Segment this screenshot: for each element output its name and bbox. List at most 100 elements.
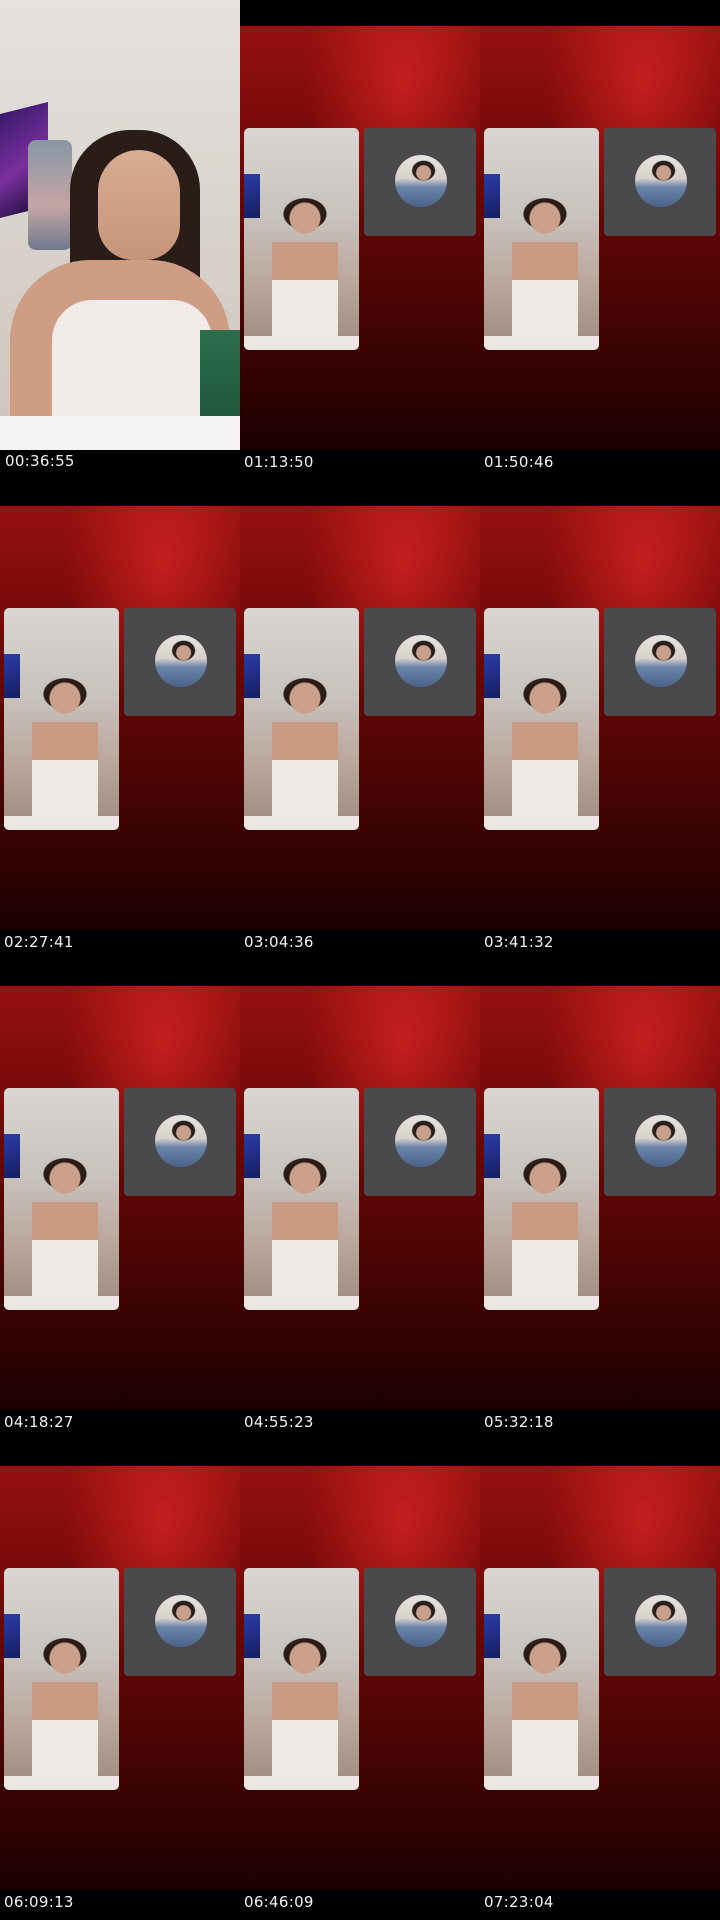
guest-camera-panel — [364, 608, 476, 716]
panel-table — [244, 1296, 359, 1310]
guest-avatar — [395, 635, 447, 687]
panel-wall-tv — [244, 1614, 260, 1658]
frame-top-bar — [240, 1440, 480, 1466]
frame-top-bar — [480, 480, 720, 506]
panel-wall-tv — [244, 174, 260, 218]
thumbnail-tile[interactable]: 01:13:50 — [240, 0, 480, 480]
thumbnail-tile[interactable]: 06:09:13 — [0, 1440, 240, 1920]
thumbnail-tile[interactable]: 04:18:27 — [0, 960, 240, 1440]
timestamp-label: 05:32:18 — [484, 1413, 554, 1431]
panel-figure — [512, 1152, 578, 1302]
frame-top-bar — [240, 0, 480, 26]
panel-figure — [512, 192, 578, 342]
phone-video-panel — [4, 1088, 119, 1310]
thumbnail-tile[interactable]: 07:23:04 — [480, 1440, 720, 1920]
guest-avatar — [635, 1595, 687, 1647]
timestamp-label: 04:55:23 — [244, 1413, 314, 1431]
guest-avatar — [155, 635, 207, 687]
stream-frame — [240, 1440, 480, 1890]
timestamp-label: 03:41:32 — [484, 933, 554, 951]
phone-video-panel — [484, 608, 599, 830]
guest-camera-panel — [604, 1088, 716, 1196]
stream-frame — [0, 1440, 240, 1890]
guest-camera-panel — [124, 608, 236, 716]
thumbnail-tile[interactable]: 05:32:18 — [480, 960, 720, 1440]
panel-table — [484, 1776, 599, 1790]
timestamp-label: 00:36:55 — [2, 452, 78, 470]
thumbnail-tile[interactable]: 03:04:36 — [240, 480, 480, 960]
thumbnail-tile[interactable]: 04:55:23 — [240, 960, 480, 1440]
timestamp-label: 01:50:46 — [484, 453, 554, 471]
phone-video-panel — [244, 1568, 359, 1790]
panel-figure — [272, 672, 338, 822]
timestamp-label: 06:09:13 — [4, 1893, 74, 1911]
frame-top-bar — [480, 1440, 720, 1466]
guest-camera-panel — [124, 1088, 236, 1196]
guest-camera-panel — [604, 1568, 716, 1676]
panel-table — [484, 816, 599, 830]
guest-avatar — [635, 155, 687, 207]
phone-video-panel — [484, 128, 599, 350]
thumbnail-tile[interactable]: 01:50:46 — [480, 0, 720, 480]
frame-top-bar — [240, 480, 480, 506]
stream-frame — [240, 960, 480, 1410]
phone-video-panel — [4, 1568, 119, 1790]
panel-table — [244, 336, 359, 350]
panel-table — [4, 816, 119, 830]
panel-wall-tv — [484, 654, 500, 698]
guest-camera-panel — [604, 128, 716, 236]
thumbnail-tile[interactable]: 02:27:41 — [0, 480, 240, 960]
guest-camera-panel — [364, 1568, 476, 1676]
guest-avatar — [635, 635, 687, 687]
selfie-counter — [0, 416, 240, 450]
timestamp-label: 02:27:41 — [4, 933, 74, 951]
guest-avatar — [155, 1115, 207, 1167]
panel-wall-tv — [484, 1614, 500, 1658]
guest-camera-panel — [604, 608, 716, 716]
panel-wall-tv — [484, 1134, 500, 1178]
stream-frame — [480, 1440, 720, 1890]
frame-top-bar — [0, 960, 240, 986]
phone-video-panel — [244, 1088, 359, 1310]
guest-avatar — [395, 1115, 447, 1167]
timestamp-label: 01:13:50 — [244, 453, 314, 471]
guest-camera-panel — [364, 128, 476, 236]
guest-avatar — [395, 1595, 447, 1647]
panel-figure — [272, 192, 338, 342]
phone-video-panel — [244, 128, 359, 350]
timestamp-label: 03:04:36 — [244, 933, 314, 951]
thumbnail-tile[interactable]: 03:41:32 — [480, 480, 720, 960]
guest-avatar — [395, 155, 447, 207]
timestamp-label: 07:23:04 — [484, 1893, 554, 1911]
panel-figure — [272, 1152, 338, 1302]
contact-sheet: 00:36:55 01:13:50 01:50:46 02:27:41 03:04:36… — [0, 0, 720, 1920]
thumbnail-tile[interactable]: 06:46:09 — [240, 1440, 480, 1920]
frame-top-bar — [480, 960, 720, 986]
panel-figure — [512, 672, 578, 822]
guest-avatar — [155, 1595, 207, 1647]
panel-wall-tv — [244, 654, 260, 698]
selfie-face — [98, 150, 180, 260]
panel-figure — [32, 672, 98, 822]
panel-table — [4, 1296, 119, 1310]
panel-figure — [512, 1632, 578, 1782]
frame-top-bar — [0, 480, 240, 506]
panel-table — [244, 1776, 359, 1790]
frame-top-bar — [0, 1440, 240, 1466]
phone-video-panel — [484, 1568, 599, 1790]
panel-wall-tv — [4, 1134, 20, 1178]
guest-camera-panel — [364, 1088, 476, 1196]
thumbnail-tile[interactable]: 00:36:55 — [0, 0, 240, 480]
phone-video-panel — [484, 1088, 599, 1310]
frame-top-bar — [480, 0, 720, 26]
panel-wall-tv — [484, 174, 500, 218]
panel-table — [244, 816, 359, 830]
panel-table — [4, 1776, 119, 1790]
stream-frame — [240, 0, 480, 450]
panel-figure — [272, 1632, 338, 1782]
phone-video-panel — [4, 608, 119, 830]
stream-frame — [480, 960, 720, 1410]
phone-video-panel — [244, 608, 359, 830]
panel-table — [484, 1296, 599, 1310]
timestamp-label: 06:46:09 — [244, 1893, 314, 1911]
